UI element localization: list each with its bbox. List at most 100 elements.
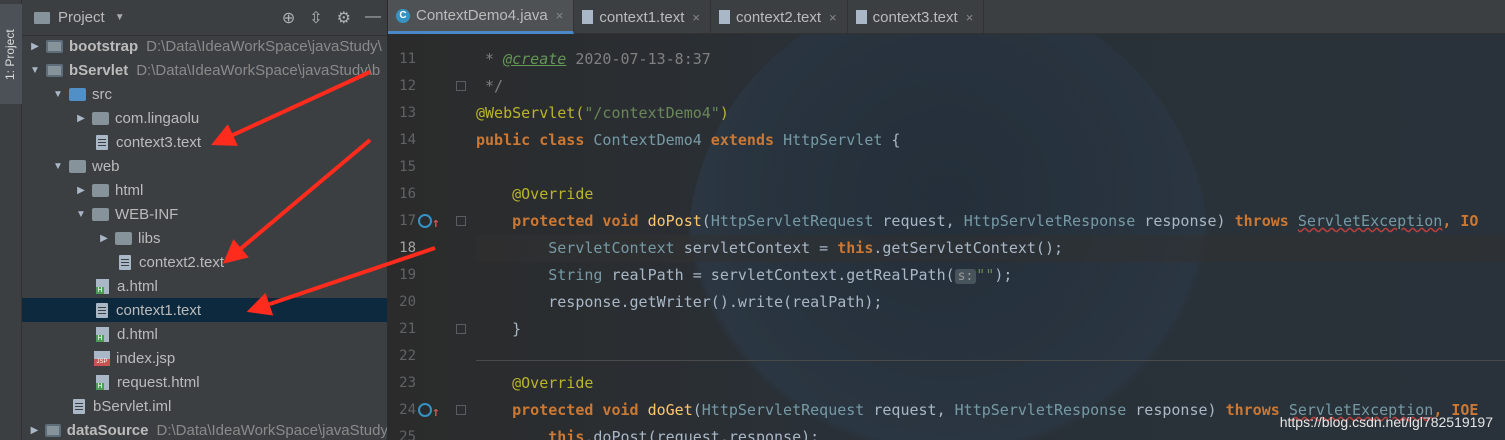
override-method-icon[interactable] [418, 399, 440, 426]
project-tree: ▶ bootstrap D:\Data\IdeaWorkSpace\javaStud… [22, 34, 387, 440]
html-file-icon [96, 326, 109, 342]
tree-item[interactable]: a.html [22, 274, 387, 298]
code-line-13: @WebServlet("/contextDemo4") [476, 104, 729, 122]
code-view[interactable]: * @create 2020-07-13-8:37 */ @WebServlet… [476, 46, 1505, 440]
close-icon[interactable]: × [966, 10, 974, 25]
tree-item-label: com.lingaolu [115, 109, 200, 127]
tree-item-label: libs [138, 229, 161, 247]
code-line-11: * @create 2020-07-13-8:37 [476, 50, 711, 68]
tree-item[interactable]: bServlet.iml [22, 394, 387, 418]
code-line-23: @Override [476, 374, 594, 392]
tree-item[interactable]: ▼ bServlet D:\Data\IdeaWorkSpace\javaStudy… [22, 58, 387, 82]
method-separator [476, 360, 1505, 361]
chevron-right-icon[interactable]: ▶ [28, 41, 42, 52]
fold-marker-icon[interactable] [456, 81, 466, 91]
line-number: 17 [388, 208, 470, 237]
editor-tab[interactable]: context2.text × [711, 0, 848, 34]
project-folder-icon [34, 11, 50, 24]
editor-tab[interactable]: C ContextDemo4.java × [388, 0, 575, 34]
folder-icon [92, 111, 109, 125]
fold-marker-icon[interactable] [456, 216, 466, 226]
text-file-icon [96, 302, 108, 318]
line-number: 12 [388, 73, 470, 100]
gear-icon[interactable]: ⚙ [337, 8, 351, 28]
tree-item-label: web [92, 157, 120, 175]
text-file-icon [96, 134, 108, 150]
tree-item[interactable]: index.jsp [22, 346, 387, 370]
tree-item[interactable]: context3.text [22, 130, 387, 154]
editor-tab-label: context1.text [599, 8, 685, 26]
editor-tab[interactable]: context1.text × [574, 0, 711, 34]
line-number: 23 [399, 375, 416, 391]
tree-item[interactable]: ▶ dataSource D:\Data\IdeaWorkSpace\javaStu… [22, 418, 387, 440]
project-toolbar: ⊕ ⇳ ⚙ — [282, 8, 381, 28]
chevron-right-icon[interactable]: ▶ [28, 425, 41, 436]
tree-item-label: bServlet.iml [93, 397, 172, 415]
tree-item[interactable]: context2.text [22, 250, 387, 274]
close-icon[interactable]: × [829, 10, 837, 25]
line-number: 13 [399, 105, 416, 121]
code-line-16: @Override [476, 185, 594, 203]
line-number: 25 [399, 429, 416, 440]
line-number: 15 [399, 159, 416, 175]
editor-area: C ContextDemo4.java × context1.text × context… [388, 0, 1505, 440]
tree-item[interactable]: request.html [22, 370, 387, 394]
html-file-icon [96, 278, 109, 294]
minimize-icon[interactable]: — [365, 8, 381, 28]
line-number: 18 [399, 240, 416, 256]
tree-item[interactable]: ▶ html [22, 178, 387, 202]
text-file-icon [582, 10, 594, 24]
editor-tab[interactable]: context3.text × [848, 0, 985, 34]
text-file-icon [119, 254, 131, 270]
tree-item[interactable]: ▶ com.lingaolu [22, 106, 387, 130]
module-folder-icon [46, 39, 63, 53]
chevron-down-icon[interactable]: ▼ [115, 12, 125, 23]
close-icon[interactable]: × [556, 8, 564, 23]
code-line-21: } [476, 320, 522, 338]
tree-item-path: D:\Data\IdeaWorkSpace\javaStudy\ [146, 37, 382, 55]
line-number: 20 [399, 294, 416, 310]
tree-item-label: index.jsp [116, 349, 176, 367]
chevron-down-icon[interactable]: ▼ [74, 209, 88, 220]
chevron-down-icon[interactable]: ▼ [28, 65, 42, 76]
code-line-12: */ [476, 77, 504, 95]
tree-item[interactable]: ▼ WEB-INF [22, 202, 387, 226]
chevron-right-icon[interactable]: ▶ [74, 113, 88, 124]
collapse-icon[interactable]: ⇳ [309, 8, 322, 28]
tree-item-label: dataSource [66, 421, 149, 439]
close-icon[interactable]: × [692, 10, 700, 25]
tree-item[interactable]: ▼ web [22, 154, 387, 178]
chevron-down-icon[interactable]: ▼ [51, 161, 65, 172]
project-panel: Project ▼ ⊕ ⇳ ⚙ — ▶ bootstrap D:\Data\Idea… [22, 0, 388, 440]
editor-tab-label: ContextDemo4.java [416, 7, 548, 24]
code-line-19: String realPath = servletContext.getReal… [476, 266, 1013, 284]
project-tool-window-tab[interactable]: 1: Project [0, 4, 22, 104]
line-number: 24 [388, 397, 470, 426]
override-method-icon[interactable] [418, 210, 440, 237]
fold-marker-icon[interactable] [456, 405, 466, 415]
parameter-hint: s: [954, 269, 977, 284]
line-number: 16 [399, 186, 416, 202]
chevron-right-icon[interactable]: ▶ [74, 185, 88, 196]
chevron-right-icon[interactable]: ▶ [97, 233, 111, 244]
fold-marker-icon[interactable] [456, 324, 466, 334]
tool-window-stripe: 1: Project [0, 0, 22, 440]
line-number: 14 [399, 132, 416, 148]
tree-item[interactable]: ▶ bootstrap D:\Data\IdeaWorkSpace\javaStud… [22, 34, 387, 58]
code-line-20: response.getWriter().write(realPath); [476, 293, 883, 311]
tree-item[interactable]: ▼ src [22, 82, 387, 106]
line-number: 19 [399, 267, 416, 283]
tree-item-label: WEB-INF [115, 205, 179, 223]
tree-item-label: context2.text [139, 253, 225, 271]
tree-item-path: D:\Data\IdeaWorkSpace\javaStudy\b [136, 61, 381, 79]
tree-item-label: a.html [117, 277, 158, 295]
tree-item[interactable]: ▶ libs [22, 226, 387, 250]
chevron-down-icon[interactable]: ▼ [51, 89, 65, 100]
crosshair-icon[interactable]: ⊕ [282, 8, 295, 28]
tree-item[interactable]: d.html [22, 322, 387, 346]
line-number: 22 [399, 348, 416, 364]
editor-tab-bar: C ContextDemo4.java × context1.text × context… [388, 0, 1505, 34]
project-tab-label: 1: Project [3, 29, 17, 80]
tree-item[interactable]: context1.text [22, 298, 387, 322]
